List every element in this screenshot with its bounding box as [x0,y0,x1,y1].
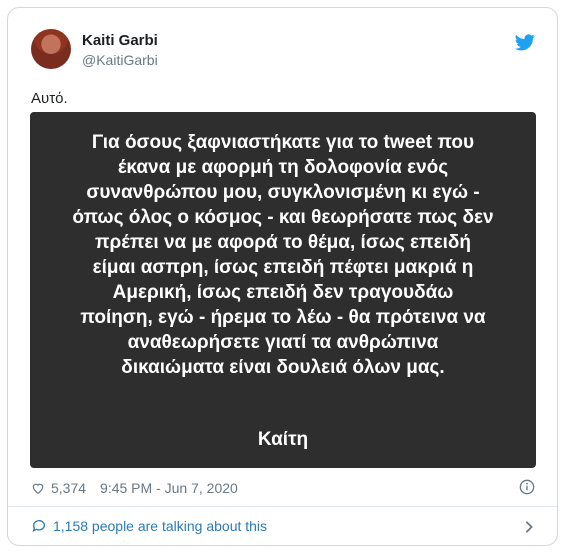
talking-link[interactable]: 1,158 people are talking about this [31,518,267,534]
quote-line: δικαιώματα είναι δουλειά όλων μας. [121,357,445,378]
tweet-meta: 5,374 9:45 PM - Jun 7, 2020 [31,480,238,496]
tweet-image[interactable]: Για όσους ξαφνιαστήκατε για το tweet που… [30,112,536,468]
quote-line: όπως όλος ο κόσμος - και θεωρήσατε πως δ… [72,207,494,228]
divider [8,506,557,507]
quote-line: είμαι ασπρη, ίσως επειδή πέφτει μακριά η [92,257,474,278]
twitter-bird-icon[interactable] [515,34,535,51]
quote-line: συνανθρώπου μου, συγκλονισμένη κι εγώ - [86,182,480,203]
heart-icon[interactable] [31,481,45,495]
image-quote: Για όσους ξαφνιαστήκατε για το tweet που… [30,130,536,380]
avatar[interactable] [31,29,71,69]
tweet-card: Kaiti Garbi @KaitiGarbi Αυτό. Για όσους … [7,7,558,546]
like-count[interactable]: 5,374 [51,480,86,496]
quote-line: πρέπει να με αφορά το θέμα, ίσως επειδή [94,232,472,253]
timestamp[interactable]: 9:45 PM - Jun 7, 2020 [100,480,238,496]
author-handle[interactable]: @KaitiGarbi [82,52,158,68]
chevron-right-icon[interactable] [523,520,535,534]
quote-line: αναθεωρήσετε γιατί τα ανθρώπινα [127,332,439,353]
quote-line: Αμερική, ίσως επειδή δεν τραγουδάω [112,282,454,303]
info-icon[interactable] [519,479,535,495]
quote-line: έκανα με αφορμή τη δολοφονία ενός [117,157,449,178]
speech-bubble-icon [32,520,45,532]
tweet-text: Αυτό. [31,90,68,107]
quote-signature: Καίτη [257,429,309,450]
author-name[interactable]: Kaiti Garbi [82,32,158,49]
talking-text: 1,158 people are talking about this [53,518,268,534]
quote-line: ποίηση, εγώ - ήρεμα το λέω - θα πρότεινα… [80,307,486,328]
quote-line: Για όσους ξαφνιαστήκατε για το tweet που [91,132,475,153]
